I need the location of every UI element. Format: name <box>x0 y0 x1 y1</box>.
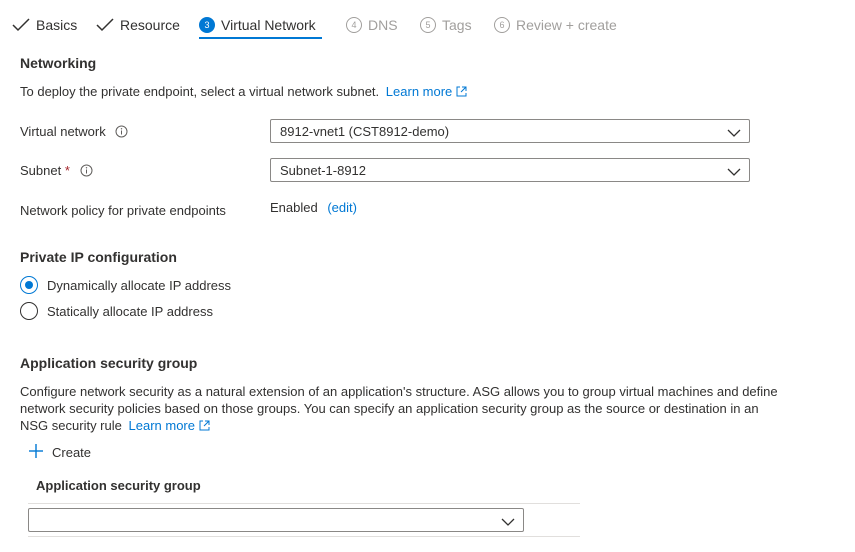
step-number-badge: 3 <box>199 17 215 33</box>
learn-more-link[interactable]: Learn more <box>386 84 467 99</box>
external-link-icon <box>199 418 210 435</box>
chevron-down-icon <box>727 126 741 141</box>
subnet-label-row: Subnet * <box>20 163 93 180</box>
info-icon[interactable] <box>115 125 128 141</box>
checkmark-icon <box>96 17 116 33</box>
grid-divider-bottom <box>28 536 580 537</box>
tab-virtual-network[interactable]: 3 Virtual Network <box>199 12 316 38</box>
virtual-network-dropdown[interactable]: 8912-vnet1 (CST8912-demo) <box>270 119 750 143</box>
radio-dynamic-ip[interactable]: Dynamically allocate IP address <box>20 276 231 294</box>
radio-button-checked[interactable] <box>20 276 38 294</box>
plus-icon <box>28 443 44 462</box>
grid-divider <box>28 503 580 504</box>
tab-tags[interactable]: 5 Tags <box>420 12 472 38</box>
network-policy-value-row: Enabled (edit) <box>270 200 357 215</box>
tab-label: Basics <box>36 17 78 33</box>
radio-button[interactable] <box>20 302 38 320</box>
tab-dns[interactable]: 4 DNS <box>346 12 398 38</box>
network-policy-label: Network policy for private endpoints <box>20 203 226 218</box>
step-number-badge: 5 <box>420 17 436 33</box>
asg-column-header: Application security group <box>36 478 201 493</box>
checkmark-icon <box>12 17 32 33</box>
radio-label: Statically allocate IP address <box>47 303 213 319</box>
virtual-network-value: 8912-vnet1 (CST8912-demo) <box>280 123 450 139</box>
networking-heading: Networking <box>20 55 97 71</box>
step-number-badge: 6 <box>494 17 510 33</box>
info-icon[interactable] <box>80 164 93 180</box>
create-asg-button[interactable]: Create <box>28 442 91 462</box>
required-asterisk: * <box>64 163 70 178</box>
private-ip-heading: Private IP configuration <box>20 249 177 265</box>
tab-label: DNS <box>368 17 398 33</box>
edit-policy-link[interactable]: (edit) <box>327 200 357 215</box>
tab-review-create[interactable]: 6 Review + create <box>494 12 617 38</box>
virtual-network-label: Virtual network <box>20 124 106 139</box>
networking-description-row: To deploy the private endpoint, select a… <box>20 84 467 100</box>
tab-label: Tags <box>442 17 472 33</box>
asg-description-paragraph: Configure network security as a natural … <box>20 383 780 435</box>
radio-label: Dynamically allocate IP address <box>47 277 232 293</box>
subnet-label: Subnet <box>20 163 62 178</box>
create-label: Create <box>52 444 92 460</box>
asg-learn-more-link[interactable]: Learn more <box>129 418 210 433</box>
tab-label: Resource <box>120 17 180 33</box>
networking-description: To deploy the private endpoint, select a… <box>20 84 380 99</box>
asg-heading: Application security group <box>20 355 198 371</box>
step-number-badge: 4 <box>346 17 362 33</box>
tab-label: Virtual Network <box>221 17 316 33</box>
asg-dropdown[interactable] <box>28 508 524 532</box>
subnet-value: Subnet-1-8912 <box>280 162 367 178</box>
radio-static-ip[interactable]: Statically allocate IP address <box>20 302 213 320</box>
external-link-icon <box>456 85 467 100</box>
chevron-down-icon <box>727 165 741 180</box>
virtual-network-label-row: Virtual network <box>20 124 128 141</box>
chevron-down-icon <box>501 515 515 530</box>
subnet-dropdown[interactable]: Subnet-1-8912 <box>270 158 750 182</box>
tab-basics[interactable]: Basics <box>12 12 77 38</box>
network-policy-value: Enabled <box>270 200 318 215</box>
tab-label: Review + create <box>516 17 617 33</box>
tab-resource[interactable]: Resource <box>96 12 180 38</box>
active-tab-indicator <box>199 37 322 39</box>
